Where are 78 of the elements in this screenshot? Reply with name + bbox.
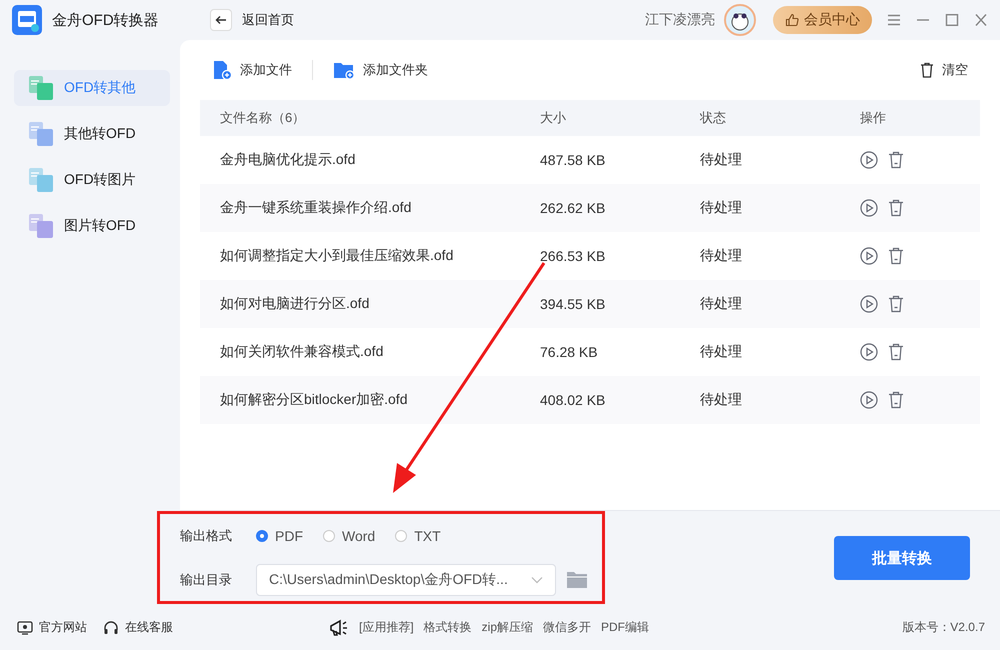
back-arrow-icon bbox=[215, 14, 227, 26]
maximize-icon[interactable] bbox=[945, 14, 959, 26]
folder-add-icon bbox=[333, 61, 355, 79]
format-radio[interactable]: Word bbox=[323, 528, 376, 544]
size-cell-text: 394.55 KB bbox=[540, 296, 606, 312]
trash-icon[interactable] bbox=[888, 199, 904, 217]
file-name-cell-text: 如何解密分区bitlocker加密.ofd bbox=[220, 391, 408, 409]
file-name-cell-text: 如何调整指定大小到最佳压缩效果.ofd bbox=[220, 247, 454, 265]
file-name-cell-text: 如何关闭软件兼容模式.ofd bbox=[220, 343, 384, 361]
play-icon[interactable] bbox=[860, 343, 878, 361]
monitor-icon bbox=[17, 620, 33, 634]
add-file-button[interactable]: 添加文件 bbox=[212, 60, 292, 80]
thumbs-up-icon bbox=[785, 13, 799, 27]
column-header: 大小 bbox=[540, 109, 567, 127]
format-radio[interactable]: TXT bbox=[395, 528, 441, 544]
avatar-icon[interactable] bbox=[723, 3, 757, 37]
size-cell-text: 266.53 KB bbox=[540, 248, 606, 264]
file-name-cell-text: 金舟一键系统重装操作介绍.ofd bbox=[220, 199, 412, 217]
sidebar-item[interactable]: 其他转OFD bbox=[14, 116, 170, 152]
trash-icon[interactable] bbox=[888, 247, 904, 265]
document-convert-icon bbox=[28, 121, 54, 147]
back-link[interactable]: 返回首页 bbox=[242, 11, 294, 29]
size-cell-text: 487.58 KB bbox=[540, 152, 606, 168]
status-cell-text: 待处理 bbox=[700, 151, 743, 169]
size-cell-text: 76.28 KB bbox=[540, 344, 599, 360]
trash-icon[interactable] bbox=[888, 295, 904, 313]
sidebar-item[interactable]: 图片转OFD bbox=[14, 208, 170, 244]
menu-icon[interactable] bbox=[887, 14, 901, 26]
column-header: 操作 bbox=[860, 109, 887, 127]
file-add-icon bbox=[212, 60, 232, 80]
headset-icon bbox=[103, 620, 119, 636]
recommend-label: [应用推荐] bbox=[359, 619, 414, 636]
sidebar-item[interactable]: OFD转图片 bbox=[14, 162, 170, 198]
status-cell-text: 待处理 bbox=[700, 199, 743, 217]
clear-button[interactable]: 清空 bbox=[920, 61, 968, 79]
trash-icon[interactable] bbox=[888, 391, 904, 409]
online-support-link[interactable]: 在线客服 bbox=[103, 619, 173, 636]
size-cell-text: 408.02 KB bbox=[540, 392, 606, 408]
recommended-app-link[interactable]: zip解压缩 bbox=[482, 619, 534, 636]
document-convert-icon bbox=[28, 213, 54, 239]
play-icon[interactable] bbox=[860, 391, 878, 409]
app-logo-icon bbox=[12, 5, 42, 35]
document-convert-icon bbox=[28, 167, 54, 193]
chevron-down-icon bbox=[531, 576, 543, 584]
column-header: 文件名称（6） bbox=[220, 109, 306, 127]
play-icon[interactable] bbox=[860, 295, 878, 313]
add-folder-button[interactable]: 添加文件夹 bbox=[333, 61, 428, 79]
file-name-cell-text: 如何对电脑进行分区.ofd bbox=[220, 295, 370, 313]
vip-center-button[interactable]: 会员中心 bbox=[773, 6, 872, 34]
recommended-app-link[interactable]: 微信多开 bbox=[543, 619, 592, 636]
recommended-app-link[interactable]: PDF编辑 bbox=[601, 619, 650, 636]
status-cell-text: 待处理 bbox=[700, 391, 743, 409]
play-icon[interactable] bbox=[860, 247, 878, 265]
file-name-cell-text: 金舟电脑优化提示.ofd bbox=[220, 151, 356, 169]
trash-icon[interactable] bbox=[888, 151, 904, 169]
trash-icon[interactable] bbox=[888, 343, 904, 361]
trash-icon bbox=[920, 62, 934, 78]
play-icon[interactable] bbox=[860, 199, 878, 217]
user-name: 江下凌漂亮 bbox=[645, 11, 715, 29]
output-format-label: 输出格式 bbox=[180, 527, 233, 545]
back-button[interactable] bbox=[210, 9, 232, 31]
size-cell-text: 262.62 KB bbox=[540, 200, 606, 216]
official-site-link[interactable]: 官方网站 bbox=[17, 619, 87, 636]
format-radio[interactable]: PDF bbox=[256, 528, 303, 544]
recommended-app-link[interactable]: 格式转换 bbox=[424, 619, 472, 636]
document-convert-icon bbox=[28, 75, 54, 101]
version-number: 版本号：V2.0.7 bbox=[902, 619, 985, 636]
close-icon[interactable] bbox=[974, 14, 988, 26]
status-cell-text: 待处理 bbox=[700, 295, 743, 313]
app-title: 金舟OFD转换器 bbox=[52, 10, 160, 30]
play-icon[interactable] bbox=[860, 151, 878, 169]
status-cell-text: 待处理 bbox=[700, 343, 743, 361]
output-directory-dropdown[interactable]: C:\Users\admin\Desktop\金舟OFD转... bbox=[256, 564, 556, 596]
output-directory-label: 输出目录 bbox=[180, 571, 233, 589]
megaphone-icon bbox=[329, 618, 349, 636]
status-cell-text: 待处理 bbox=[700, 247, 743, 265]
column-header: 状态 bbox=[700, 109, 727, 127]
batch-convert-button[interactable]: 批量转换 bbox=[834, 536, 970, 580]
